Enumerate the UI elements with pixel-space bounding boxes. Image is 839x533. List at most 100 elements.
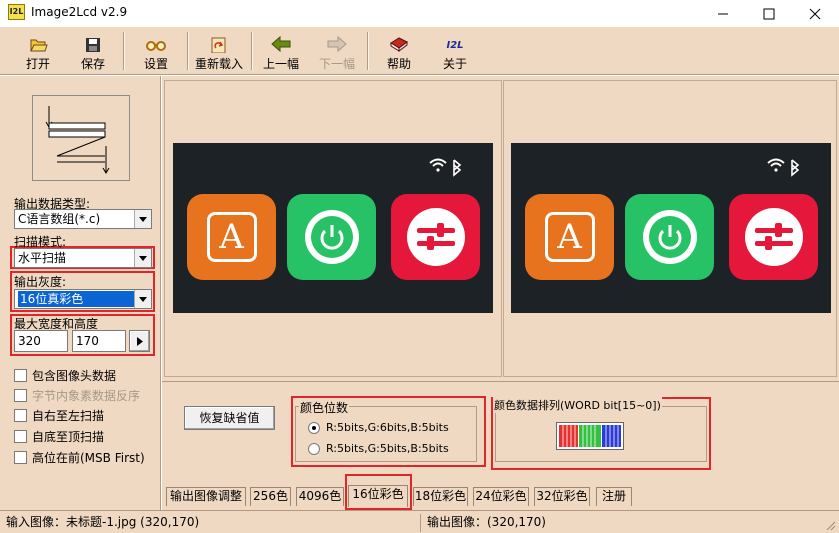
grayscale-select[interactable]: 16位真彩色 <box>14 289 152 309</box>
help-book-icon <box>390 37 408 52</box>
power-icon <box>642 210 697 264</box>
wifi-icon <box>429 158 462 177</box>
settings-button[interactable]: 设置 <box>134 30 178 72</box>
output-type-select[interactable]: C语言数组(*.c) <box>14 209 152 229</box>
chevron-down-icon <box>134 290 151 308</box>
reload-button[interactable]: 重新载入 <box>193 30 245 72</box>
output-image-status: 输出图像：(320,170) <box>420 514 820 532</box>
radio-dot[interactable] <box>308 421 320 434</box>
right-to-left-checkbox[interactable]: 自右至左扫描 <box>14 407 104 424</box>
input-image-status: 输入图像：未标题-1.jpg (320,170) <box>6 515 200 529</box>
title-bar: I2L Image2Lcd v2.9 <box>0 0 839 27</box>
rgb565-radio[interactable]: R:5bits,G:6bits,B:5bits <box>308 421 449 434</box>
open-label: 打开 <box>25 57 50 71</box>
checkbox-box[interactable] <box>14 451 27 464</box>
tab-output-adjust[interactable]: 输出图像调整 <box>166 487 246 506</box>
next-label: 下一幅 <box>318 57 355 71</box>
open-button[interactable]: 打开 <box>16 30 60 72</box>
max-width-input[interactable]: 320 <box>14 330 68 352</box>
rgb555-radio[interactable]: R:5bits,G:5bits,B:5bits <box>308 442 449 455</box>
save-button[interactable]: 保存 <box>71 30 115 72</box>
restore-defaults-button[interactable]: 恢复缺省值 <box>184 406 275 430</box>
reload-icon <box>211 37 226 53</box>
checkbox-box[interactable] <box>14 409 27 422</box>
max-height-input[interactable]: 170 <box>72 330 126 352</box>
checkbox-box[interactable] <box>14 369 27 382</box>
save-disk-icon <box>86 38 100 52</box>
preview-area: A A <box>162 76 839 381</box>
play-arrow-icon <box>136 337 143 346</box>
radio-dot[interactable] <box>308 442 320 455</box>
next-button[interactable]: 下一幅 <box>315 30 359 72</box>
minimize-icon <box>718 13 728 14</box>
scan-mode-diagram <box>32 95 130 181</box>
rgb555-label: R:5bits,G:5bits,B:5bits <box>326 442 449 455</box>
tab-32bit-color[interactable]: 32位彩色 <box>534 487 590 506</box>
toolbar: 打开 保存 设置 重新载入 上一幅 下一幅 帮助 I2L 关于 <box>0 27 839 75</box>
color-order-label: 颜色数据排列(WORD bit[15~0]) <box>493 397 662 413</box>
power-app-icon <box>625 194 714 280</box>
scan-mode-value: 水平扫描 <box>18 251 67 265</box>
power-icon <box>304 210 359 264</box>
bottom-to-top-checkbox[interactable]: 自底至顶扫描 <box>14 428 104 445</box>
resize-grip-icon[interactable] <box>824 519 836 531</box>
horizontal-scan-diagram-icon <box>45 106 110 174</box>
open-folder-icon <box>30 39 48 52</box>
color-settings-panel: 恢复缺省值 颜色位数 R:5bits,G:6bits,B:5bits R:5bi… <box>162 381 839 485</box>
reverse-pixel-order-checkbox[interactable]: 字节内象素数据反序 <box>14 387 140 404</box>
rgb-bit-layout-icon <box>559 425 621 447</box>
app-icon-a: A <box>187 194 276 280</box>
tab-256-color[interactable]: 256色 <box>250 487 291 506</box>
save-label: 保存 <box>80 57 105 71</box>
minimize-button[interactable] <box>700 0 746 27</box>
help-label: 帮助 <box>386 57 411 71</box>
reverse-pixel-order-label: 字节内象素数据反序 <box>32 389 141 403</box>
checkbox-box[interactable] <box>14 430 27 443</box>
maximize-button[interactable] <box>746 0 792 27</box>
bottom-to-top-label: 自底至顶扫描 <box>32 430 105 444</box>
reload-label: 重新载入 <box>194 57 243 71</box>
color-order-bar[interactable] <box>556 422 624 450</box>
arrow-left-icon <box>271 35 291 53</box>
scan-mode-select[interactable]: 水平扫描 <box>14 248 152 268</box>
options-panel: 输出数据类型: C语言数组(*.c) 扫描模式: 水平扫描 输出灰度: 16位真… <box>0 76 161 510</box>
glasses-settings-icon <box>146 41 166 51</box>
close-button[interactable] <box>792 0 838 27</box>
grayscale-label: 输出灰度: <box>14 275 67 289</box>
chevron-down-icon <box>134 210 151 228</box>
letter-a: A <box>219 217 244 257</box>
tab-4096-color[interactable]: 4096色 <box>296 487 344 506</box>
toolbar-separator <box>367 32 369 70</box>
output-image: A <box>511 143 831 313</box>
about-button[interactable]: I2L 关于 <box>433 30 477 72</box>
toolbar-separator <box>251 32 253 70</box>
maximize-icon <box>763 8 775 19</box>
i2l-about-icon: I2L <box>446 40 463 51</box>
arrow-right-icon <box>327 35 347 53</box>
include-header-label: 包含图像头数据 <box>32 369 117 383</box>
sliders-icon <box>406 208 465 266</box>
svg-text:I2L: I2L <box>446 40 463 51</box>
previous-button[interactable]: 上一幅 <box>259 30 303 72</box>
input-image: A <box>173 143 493 313</box>
app-icon: I2L <box>8 4 25 20</box>
wifi-icon <box>767 158 800 177</box>
previous-label: 上一幅 <box>262 57 299 71</box>
rgb565-label: R:5bits,G:6bits,B:5bits <box>326 421 449 434</box>
app-icon-a: A <box>525 194 614 280</box>
power-app-icon <box>287 194 376 280</box>
msb-first-checkbox[interactable]: 高位在前(MSB First) <box>14 449 145 466</box>
close-icon <box>809 8 821 19</box>
checkbox-box[interactable] <box>14 389 27 402</box>
active-tab-highlight <box>345 474 412 510</box>
tab-24bit-color[interactable]: 24位彩色 <box>473 487 529 506</box>
apply-size-button[interactable] <box>129 330 150 352</box>
letter-a: A <box>557 217 582 257</box>
tab-register[interactable]: 注册 <box>596 487 632 506</box>
msb-first-label: 高位在前(MSB First) <box>32 451 145 465</box>
sliders-app-icon <box>391 194 480 280</box>
include-header-checkbox[interactable]: 包含图像头数据 <box>14 367 116 384</box>
tab-18bit-color[interactable]: 18位彩色 <box>413 487 468 506</box>
help-button[interactable]: 帮助 <box>377 30 421 72</box>
settings-label: 设置 <box>143 57 168 71</box>
